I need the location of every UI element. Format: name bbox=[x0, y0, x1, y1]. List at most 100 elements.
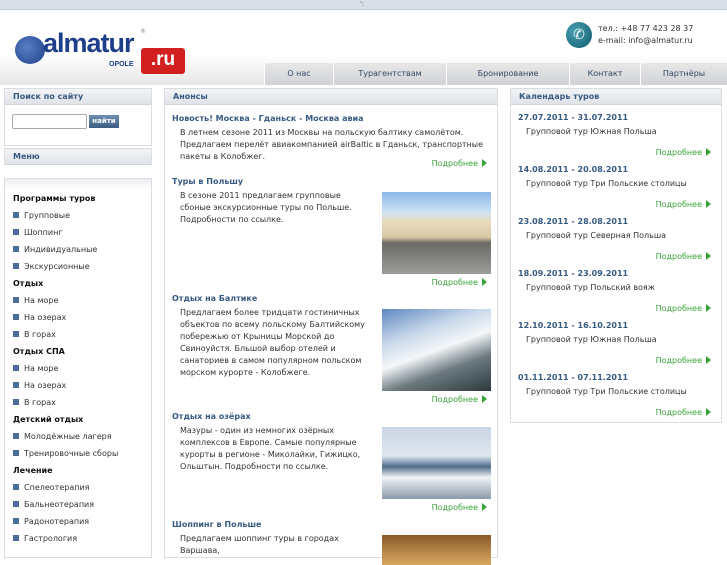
bullet-icon bbox=[13, 365, 19, 371]
menu-category: Лечение bbox=[13, 466, 53, 475]
search-input[interactable] bbox=[12, 114, 87, 129]
news-item-text: В сезоне 2011 предлагаем групповые сбоны… bbox=[180, 191, 352, 224]
logo-reg: ® bbox=[140, 28, 146, 35]
logo-tld: .ru bbox=[141, 48, 185, 74]
news-item-image[interactable] bbox=[382, 309, 491, 391]
menu-item[interactable]: В горах bbox=[13, 330, 56, 339]
calendar-item: 18.09.2011 - 23.09.2011 Групповой тур Пол… bbox=[518, 269, 711, 294]
search-title: Поиск по сайту bbox=[5, 89, 151, 105]
menu-label: Шоппинг bbox=[24, 228, 63, 237]
news-item: Шоппинг в Польше Предлагаем шоппинг туры … bbox=[172, 520, 491, 565]
search-box: Поиск по сайту найти bbox=[4, 88, 152, 146]
menu-item[interactable]: На озерах bbox=[13, 313, 66, 322]
calendar-tour-name[interactable]: Групповой тур Южная Польша bbox=[518, 334, 711, 346]
calendar-date: 18.09.2011 - 23.09.2011 bbox=[518, 269, 629, 278]
menu-item[interactable]: Тренировочные сборы bbox=[13, 449, 118, 458]
menu-label: Молодёжные лагеря bbox=[24, 432, 112, 441]
menu-item[interactable]: Радонотерапия bbox=[13, 517, 89, 526]
more-link[interactable]: Подробнее bbox=[432, 503, 487, 512]
nav-agents[interactable]: Турагентствам bbox=[333, 63, 446, 85]
news-item: Новость! Москва - Гданьск - Москва авиа В… bbox=[172, 114, 487, 163]
menu-item[interactable]: На озерах bbox=[13, 381, 66, 390]
news-item: Отдых на озёрах Мазуры - один из немногих… bbox=[172, 412, 491, 499]
menu-label: Тренировочные сборы bbox=[24, 449, 119, 458]
calendar-tour-name[interactable]: Групповой тур Южная Польша bbox=[518, 126, 711, 138]
menu-category: Программы туров bbox=[13, 194, 95, 203]
menu-label: Индивидуальные bbox=[24, 245, 98, 254]
menu-label: На море bbox=[24, 364, 59, 373]
calendar-tour-name[interactable]: Групповой тур Три Польские столицы bbox=[518, 386, 711, 398]
calendar-item: 14.08.2011 - 20.08.2011 Групповой тур Три… bbox=[518, 165, 711, 190]
calendar-item: 27.07.2011 - 31.07.2011 Групповой тур Южн… bbox=[518, 113, 711, 138]
more-link[interactable]: Подробнее bbox=[656, 148, 711, 157]
email-text[interactable]: e-mail: info@almatur.ru bbox=[598, 36, 693, 45]
calendar-tour-name[interactable]: Групповой тур Три Польские столицы bbox=[518, 178, 711, 190]
menu-item[interactable]: На море bbox=[13, 364, 58, 373]
more-link[interactable]: Подробнее bbox=[656, 356, 711, 365]
more-link[interactable]: Подробнее bbox=[432, 278, 487, 287]
menu-item[interactable]: В горах bbox=[13, 398, 56, 407]
phone-text: тел.: +48 77 423 28 37 bbox=[598, 24, 694, 33]
menu-item[interactable]: Шоппинг bbox=[13, 228, 63, 237]
news-item-title[interactable]: Отдых на озёрах bbox=[172, 412, 487, 421]
menu-item[interactable]: На море bbox=[13, 296, 58, 305]
calendar-tour-name[interactable]: Групповой тур Польский вояж bbox=[518, 282, 711, 294]
nav-contact[interactable]: Контакт bbox=[569, 63, 640, 85]
news-item-image[interactable] bbox=[382, 535, 491, 565]
news-title: Анонсы bbox=[165, 89, 497, 105]
calendar-date: 14.08.2011 - 20.08.2011 bbox=[518, 165, 629, 174]
news-item-image[interactable] bbox=[382, 427, 491, 499]
bullet-icon bbox=[13, 399, 19, 405]
main-nav: О нас Турагентствам Бронирование Контакт… bbox=[264, 63, 727, 85]
menu-item[interactable]: Гастрология bbox=[13, 534, 77, 543]
more-link[interactable]: Подробнее bbox=[432, 159, 487, 168]
bullet-icon bbox=[13, 263, 19, 269]
news-item-image[interactable] bbox=[382, 192, 491, 274]
menu-label: Радонотерапия bbox=[24, 517, 90, 526]
menu-label: Бальнеотерапия bbox=[24, 500, 95, 509]
menu-item[interactable]: Молодёжные лагеря bbox=[13, 432, 112, 441]
menu-box: Программы туров Групповые Шоппинг Индивидуа… bbox=[4, 178, 152, 558]
menu-item[interactable]: Групповые bbox=[13, 211, 70, 220]
nav-booking[interactable]: Бронирование bbox=[446, 63, 569, 85]
news-item: Туры в Польшу В сезоне 2011 предлагаем гр… bbox=[172, 177, 491, 274]
news-item-title[interactable]: Шоппинг в Польше bbox=[172, 520, 487, 529]
more-link[interactable]: Подробнее bbox=[656, 200, 711, 209]
menu-item[interactable]: Бальнеотерапия bbox=[13, 500, 94, 509]
more-link[interactable]: Подробнее bbox=[432, 395, 487, 404]
nav-about[interactable]: О нас bbox=[264, 63, 333, 85]
more-link[interactable]: Подробнее bbox=[656, 304, 711, 313]
news-item-text: Предлагаем более тридцати гостиничных об… bbox=[180, 308, 365, 377]
menu-item[interactable]: Индивидуальные bbox=[13, 245, 97, 254]
calendar-tour-name[interactable]: Групповой тур Северная Польша bbox=[518, 230, 711, 242]
bullet-icon bbox=[13, 229, 19, 235]
menu-label: В горах bbox=[24, 398, 56, 407]
menu-item[interactable]: Экскурсионные bbox=[13, 262, 90, 271]
news-item-title[interactable]: Новость! Москва - Гданьск - Москва авиа bbox=[172, 114, 487, 123]
more-link[interactable]: Подробнее bbox=[656, 252, 711, 261]
menu-category: Детский отдых bbox=[13, 415, 83, 424]
menu-label: На озерах bbox=[24, 381, 67, 390]
menu-label: В горах bbox=[24, 330, 56, 339]
menu-header: Меню bbox=[4, 148, 152, 165]
news-item: Отдых на Балтике Предлагаем более тридцат… bbox=[172, 294, 491, 391]
logo-word: almatur bbox=[43, 28, 135, 58]
top-mark: ': bbox=[360, 0, 365, 8]
bullet-icon bbox=[13, 518, 19, 524]
news-item-title[interactable]: Туры в Польшу bbox=[172, 177, 487, 186]
menu-label: Экскурсионные bbox=[24, 262, 90, 271]
search-button[interactable]: найти bbox=[89, 115, 119, 128]
menu-label: На море bbox=[24, 296, 59, 305]
bullet-icon bbox=[13, 484, 19, 490]
menu-label: Групповые bbox=[24, 211, 70, 220]
logo[interactable]: almatur ® OPOLE .ru bbox=[15, 28, 190, 78]
bullet-icon bbox=[13, 314, 19, 320]
more-link[interactable]: Подробнее bbox=[656, 408, 711, 417]
bullet-icon bbox=[13, 433, 19, 439]
news-item-title[interactable]: Отдых на Балтике bbox=[172, 294, 487, 303]
calendar-date: 12.10.2011 - 16.10.2011 bbox=[518, 321, 629, 330]
nav-partners[interactable]: Партнёры bbox=[640, 63, 727, 85]
phone-icon: ✆ bbox=[566, 22, 592, 48]
menu-item[interactable]: Спелеотерапия bbox=[13, 483, 89, 492]
news-box: Анонсы Новость! Москва - Гданьск - Москв… bbox=[164, 88, 498, 565]
